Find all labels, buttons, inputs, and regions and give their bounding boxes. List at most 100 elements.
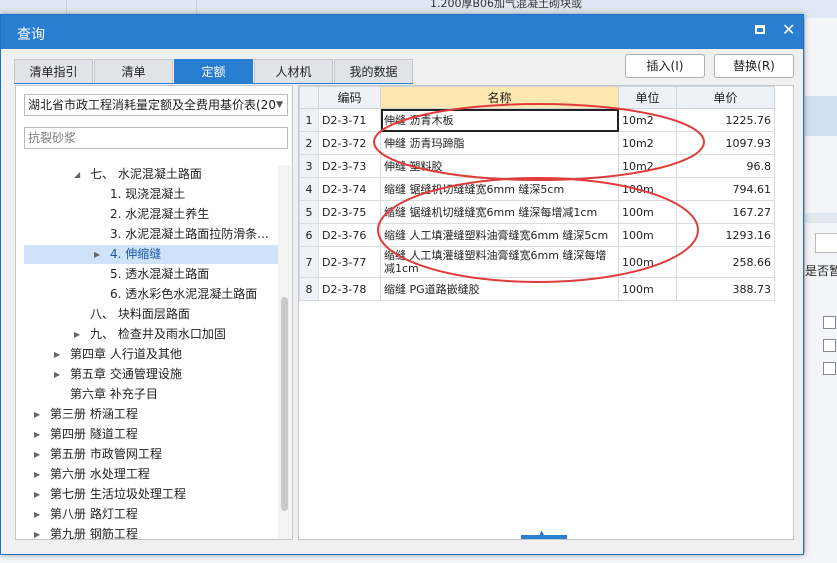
table-row[interactable]: 4 D2-3-74 缩缝 锯缝机切缝缝宽6mm 缝深5cm 100m 794.61: [299, 177, 775, 201]
dialog-titlebar[interactable]: 查询 ✕: [1, 15, 803, 49]
tree-node[interactable]: ◢ 七、 水泥混凝土路面: [24, 165, 278, 184]
collapse-icon[interactable]: ▶: [54, 365, 60, 384]
collapse-icon[interactable]: ▶: [34, 405, 40, 424]
search-input[interactable]: [24, 127, 288, 149]
background-selected-row: [805, 96, 837, 136]
unit-cell[interactable]: 100m: [618, 223, 677, 247]
tree-node[interactable]: ▶ 第四章 人行道及其他: [24, 345, 278, 364]
replace-button[interactable]: 替换(R): [714, 54, 794, 78]
tree-scrollbar[interactable]: [278, 165, 291, 539]
background-button[interactable]: [815, 233, 837, 253]
close-icon[interactable]: ✕: [782, 20, 795, 40]
table-row[interactable]: 3 D2-3-73 伸缝 塑料胶 10m2 96.8: [299, 154, 775, 178]
name-cell[interactable]: 伸缝 塑料胶: [380, 154, 619, 178]
tab-list[interactable]: 清单: [94, 59, 173, 84]
price-cell[interactable]: 258.66: [676, 246, 775, 278]
tree-node[interactable]: 八、 块料面层路面: [24, 305, 278, 324]
unit-cell[interactable]: 10m2: [618, 131, 677, 155]
unit-cell[interactable]: 100m: [618, 200, 677, 224]
code-cell[interactable]: D2-3-77: [318, 246, 381, 278]
tab-list-guide[interactable]: 清单指引: [14, 59, 93, 84]
unit-cell[interactable]: 100m: [618, 277, 677, 301]
code-cell[interactable]: D2-3-75: [318, 200, 381, 224]
collapse-icon[interactable]: ▶: [54, 345, 60, 364]
price-cell[interactable]: 96.8: [676, 154, 775, 178]
expand-icon[interactable]: ◢: [74, 165, 80, 184]
table-row[interactable]: 7 D2-3-77 缩缝 人工填灌缝塑料油膏缝宽6mm 缝深每增减1cm 100m 25…: [299, 246, 775, 278]
scrollbar-thumb[interactable]: [281, 297, 288, 511]
collapse-icon[interactable]: ▶: [74, 325, 80, 344]
price-cell[interactable]: 1293.16: [676, 223, 775, 247]
price-cell[interactable]: 1097.93: [676, 131, 775, 155]
code-cell[interactable]: D2-3-74: [318, 177, 381, 201]
tree-node[interactable]: ▶ 第五章 交通管理设施: [24, 365, 278, 384]
dialog-title: 查询: [17, 27, 45, 43]
table-row[interactable]: 2 D2-3-72 伸缝 沥青玛蹄脂 10m2 1097.93: [299, 131, 775, 155]
collapse-icon[interactable]: ▶: [34, 505, 40, 524]
column-header-code[interactable]: 编码: [318, 86, 381, 109]
collapse-icon[interactable]: ▶: [34, 465, 40, 484]
code-cell[interactable]: D2-3-73: [318, 154, 381, 178]
column-header-name[interactable]: 名称: [380, 86, 619, 109]
insert-button[interactable]: 插入(I): [625, 54, 705, 78]
table-row[interactable]: 6 D2-3-76 缩缝 人工填灌缝塑料油膏缝宽6mm 缝深5cm 100m 1293.…: [299, 223, 775, 247]
tab-labor-material[interactable]: 人材机: [254, 59, 333, 84]
background-checkbox[interactable]: [823, 362, 836, 375]
tree-node[interactable]: ▶ 第五册 市政管网工程: [24, 445, 278, 464]
code-cell[interactable]: D2-3-76: [318, 223, 381, 247]
unit-cell[interactable]: 10m2: [618, 154, 677, 178]
tree-node[interactable]: ▶ 第七册 生活垃圾处理工程: [24, 485, 278, 504]
collapse-icon[interactable]: ▶: [34, 525, 40, 539]
unit-cell[interactable]: 100m: [618, 246, 677, 278]
background-checkbox[interactable]: [823, 316, 836, 329]
tree-node[interactable]: 5. 透水混凝土路面: [24, 265, 278, 284]
tree-node[interactable]: ▶ 4. 伸缩缝: [24, 245, 278, 264]
table-row[interactable]: 1 D2-3-71 伸缝 沥青木板 10m2 1225.76: [299, 108, 775, 132]
unit-cell[interactable]: 10m2: [618, 108, 677, 132]
price-cell[interactable]: 167.27: [676, 200, 775, 224]
table-row[interactable]: 5 D2-3-75 缩缝 锯缝机切缝缝宽6mm 缝深每增减1cm 100m 167.27: [299, 200, 775, 224]
name-cell[interactable]: 缩缝 PG道路嵌缝胶: [380, 277, 619, 301]
tree-node[interactable]: 3. 水泥混凝土路面拉防滑条...: [24, 225, 278, 244]
tab-quota[interactable]: 定额: [174, 59, 253, 84]
table-row[interactable]: 8 D2-3-78 缩缝 PG道路嵌缝胶 100m 388.73: [299, 277, 775, 301]
collapse-icon[interactable]: ▶: [94, 245, 100, 264]
tree-node[interactable]: 2. 水泥混凝土养生: [24, 205, 278, 224]
tab-my-data[interactable]: 我的数据: [334, 59, 413, 84]
collapse-icon[interactable]: ▶: [34, 485, 40, 504]
name-cell[interactable]: 缩缝 人工填灌缝塑料油膏缝宽6mm 缝深每增减1cm: [380, 246, 619, 278]
unit-cell[interactable]: 100m: [618, 177, 677, 201]
code-cell[interactable]: D2-3-71: [318, 108, 381, 132]
price-cell[interactable]: 388.73: [676, 277, 775, 301]
collapse-icon[interactable]: ▶: [34, 445, 40, 464]
tree-node[interactable]: ▶ 第九册 钢筋工程: [24, 525, 278, 539]
background-checkbox[interactable]: [823, 339, 836, 352]
tree-node[interactable]: ▶ 第六册 水处理工程: [24, 465, 278, 484]
tree-node[interactable]: 1. 现浇混凝土: [24, 185, 278, 204]
column-header-unit[interactable]: 单位: [618, 86, 677, 109]
splitter-handle[interactable]: ▲: [521, 529, 567, 539]
name-cell[interactable]: 伸缝 沥青木板: [380, 108, 619, 132]
code-cell[interactable]: D2-3-72: [318, 131, 381, 155]
maximize-icon[interactable]: [755, 25, 765, 34]
quota-library-select[interactable]: 湖北省市政工程消耗量定额及全费用基价表(20 ▼: [24, 94, 288, 116]
background-text: 1.200厚B06加气混凝土砌块或: [430, 0, 583, 10]
tree-node[interactable]: ▶ 九、 检查井及雨水口加固: [24, 325, 278, 344]
name-cell[interactable]: 伸缝 沥青玛蹄脂: [380, 131, 619, 155]
chevron-up-icon: ▲: [539, 529, 545, 537]
tree-node[interactable]: ▶ 第四册 隧道工程: [24, 425, 278, 444]
collapse-icon[interactable]: ▶: [34, 425, 40, 444]
chevron-down-icon[interactable]: ▼: [276, 95, 283, 115]
tree-node[interactable]: 6. 透水彩色水泥混凝土路面: [24, 285, 278, 304]
name-cell[interactable]: 缩缝 锯缝机切缝缝宽6mm 缝深5cm: [380, 177, 619, 201]
name-cell[interactable]: 缩缝 人工填灌缝塑料油膏缝宽6mm 缝深5cm: [380, 223, 619, 247]
price-cell[interactable]: 794.61: [676, 177, 775, 201]
tree-node[interactable]: ▶ 第八册 路灯工程: [24, 505, 278, 524]
row-number: 1: [299, 108, 319, 132]
tree-node[interactable]: ▶ 第三册 桥涵工程: [24, 405, 278, 424]
name-cell[interactable]: 缩缝 锯缝机切缝缝宽6mm 缝深每增减1cm: [380, 200, 619, 224]
code-cell[interactable]: D2-3-78: [318, 277, 381, 301]
price-cell[interactable]: 1225.76: [676, 108, 775, 132]
column-header-price[interactable]: 单价: [676, 86, 775, 109]
tree-node[interactable]: 第六章 补充子目: [24, 385, 278, 404]
